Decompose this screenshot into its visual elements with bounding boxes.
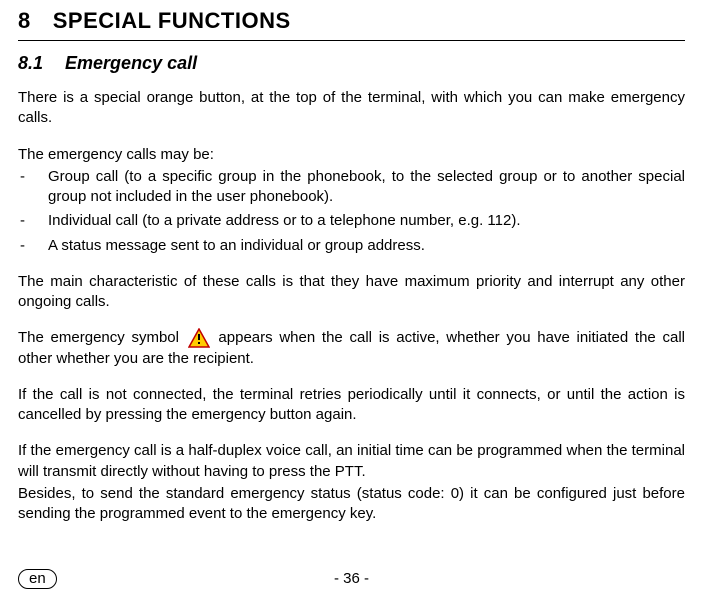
list-lead: The emergency calls may be: — [18, 145, 685, 165]
emergency-call-list: - Group call (to a specific group in the… — [18, 167, 685, 256]
priority-paragraph: The main characteristic of these calls i… — [18, 272, 685, 313]
language-code: en — [29, 570, 46, 587]
list-item: - Individual call (to a private address … — [18, 211, 685, 231]
warning-triangle-icon — [188, 328, 210, 348]
section-title: SPECIAL FUNCTIONS — [53, 8, 291, 33]
list-text: A status message sent to an individual o… — [48, 236, 685, 256]
symbol-text-before: The emergency symbol — [18, 329, 179, 346]
retry-paragraph: If the call is not connected, the termin… — [18, 385, 685, 426]
language-badge: en — [18, 569, 57, 589]
list-dash: - — [18, 211, 48, 231]
halfduplex-paragraph: If the emergency call is a half-duplex v… — [18, 441, 685, 482]
list-dash: - — [18, 167, 48, 208]
subsection-heading: 8.1 Emergency call — [18, 53, 685, 74]
status-paragraph: Besides, to send the standard emergency … — [18, 484, 685, 525]
list-dash: - — [18, 236, 48, 256]
subsection-title: Emergency call — [65, 53, 197, 73]
list-item: - Group call (to a specific group in the… — [18, 167, 685, 208]
section-heading: 8 SPECIAL FUNCTIONS — [18, 8, 685, 41]
page-number: - 36 - — [334, 570, 369, 587]
section-number: 8 — [18, 8, 31, 34]
list-text: Group call (to a specific group in the p… — [48, 167, 685, 208]
subsection-number: 8.1 — [18, 53, 43, 74]
intro-paragraph: There is a special orange button, at the… — [18, 88, 685, 129]
list-item: - A status message sent to an individual… — [18, 236, 685, 256]
page-footer: - 36 - — [0, 570, 703, 587]
symbol-paragraph: The emergency symbol appears when the ca… — [18, 328, 685, 369]
list-text: Individual call (to a private address or… — [48, 211, 685, 231]
